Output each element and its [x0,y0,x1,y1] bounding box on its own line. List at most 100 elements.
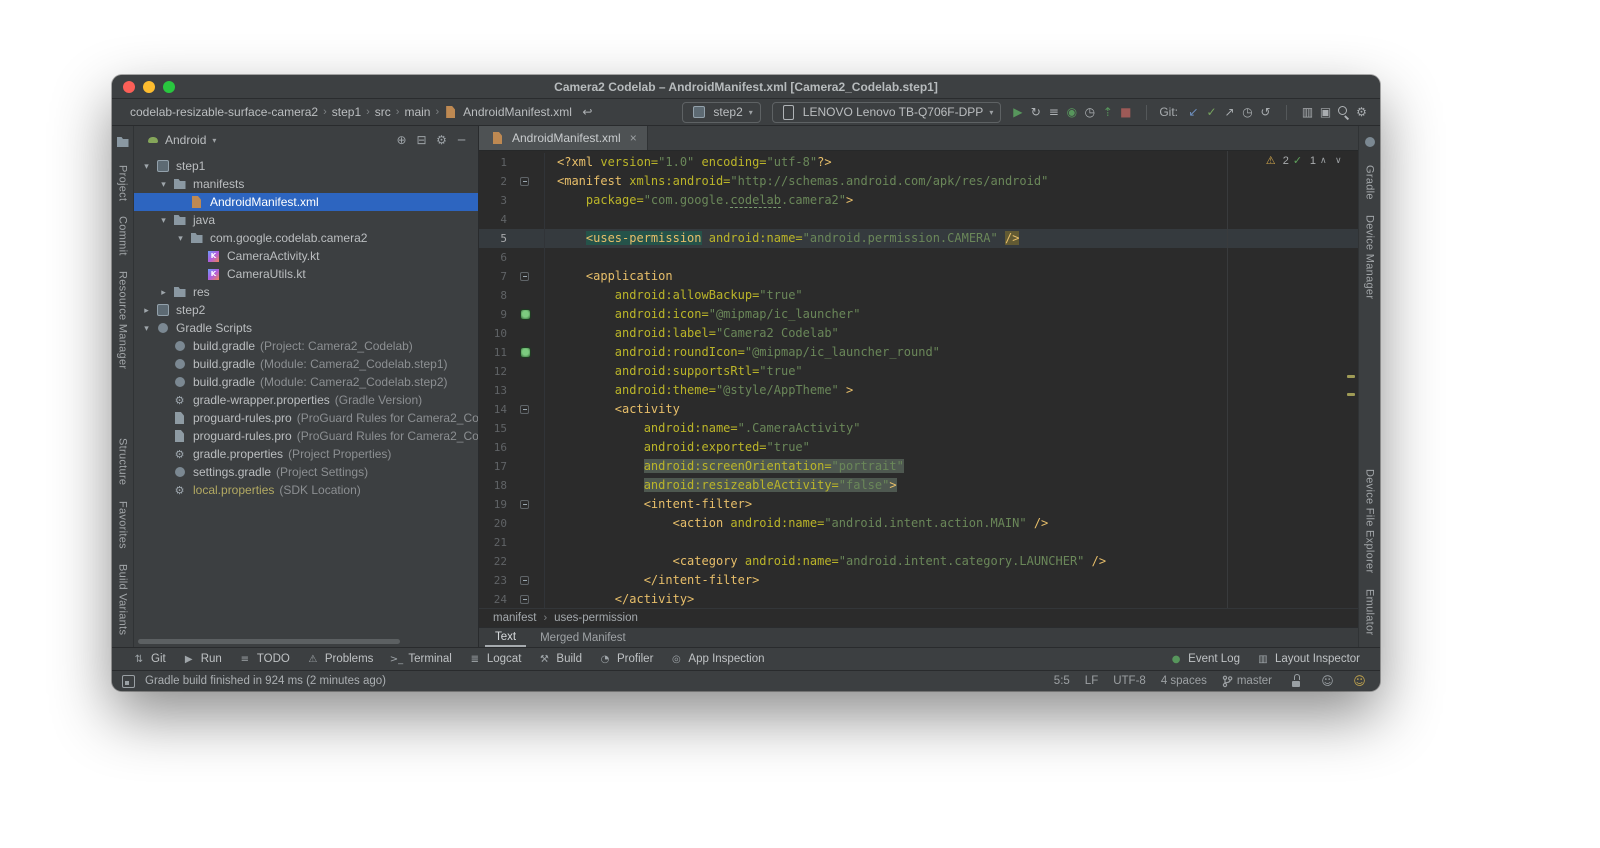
hide-panel-icon[interactable]: ─ [453,132,470,148]
feedback-icon[interactable]: ☺ [1351,673,1368,689]
logcat-toolwindow-button[interactable]: ≣ Logcat [460,648,530,670]
fold-marker-icon[interactable] [520,177,529,186]
line-separator[interactable]: LF [1085,675,1098,687]
device-select[interactable]: LENOVO Lenovo TB-Q706F-DPP ▾ [771,101,1002,123]
attach-profiler-icon[interactable]: ⇡ [1099,104,1116,120]
device-mirror-icon[interactable]: ▥ [1299,104,1316,120]
file-encoding[interactable]: UTF-8 [1113,675,1146,687]
select-opened-file-icon[interactable]: ⊕ [393,132,410,148]
title-bar[interactable]: Camera2 Codelab – AndroidManifest.xml [C… [112,75,1380,99]
navigate-back-icon[interactable]: ↩ [579,104,596,120]
editor-subtab-merged-manifest[interactable]: Merged Manifest [530,628,636,647]
breadcrumb-src[interactable]: src [373,104,393,120]
breadcrumb-codelab-resizable-surface-camera2[interactable]: codelab-resizable-surface-camera2 [128,104,320,120]
run-toolwindow-button[interactable]: ▶ Run [174,648,230,670]
fold-marker-icon[interactable] [520,576,529,585]
layout-inspector-icon[interactable]: ▣ [1317,104,1334,120]
fold-marker-icon[interactable] [520,405,529,414]
toolwindow-button-device-file-explorer[interactable]: Device File Explorer [1364,469,1376,573]
toolwindow-button-device-manager[interactable]: Device Manager [1364,215,1376,299]
profile-icon[interactable]: ◷ [1081,104,1098,120]
caret-position[interactable]: 5:5 [1054,675,1070,687]
minimize-button[interactable] [143,81,155,93]
event-log-button[interactable]: ● Event Log [1161,648,1248,670]
inspections-widget[interactable]: ⚠ 2 ✓ 1 ∧ ∨ [1266,154,1346,168]
tree-item-androidmanifest.xml[interactable]: AndroidManifest.xml [134,193,478,211]
commit-icon[interactable]: ✓ [1203,104,1220,120]
layout-inspector-button[interactable]: ▥ Layout Inspector [1248,648,1368,670]
tree-item-java[interactable]: ▾ java [134,211,478,229]
toolwindow-button-gradle[interactable]: Gradle [1364,165,1376,200]
tree-item-cameraactivity.kt[interactable]: CameraActivity.kt [134,247,478,265]
profiler-toolwindow-button[interactable]: ◔ Profiler [590,648,661,670]
toolwindow-button-commit[interactable]: Commit [117,216,129,256]
toolwindow-button-structure[interactable]: Structure [117,438,129,485]
problems-toolwindow-button[interactable]: ⚠ Problems [298,648,382,670]
expand-chevron[interactable]: ▾ [157,215,170,226]
expand-chevron[interactable]: ▾ [140,161,153,172]
todo-toolwindow-button[interactable]: ≡ TODO [230,648,298,670]
expand-chevron[interactable]: ▸ [140,305,153,316]
editor-tab-androidmanifest[interactable]: AndroidManifest.xml × [479,126,648,150]
project-view-selector[interactable]: Android [165,133,206,147]
close-tab-icon[interactable]: × [630,131,637,145]
tree-item-manifests[interactable]: ▾ manifests [134,175,478,193]
rollback-icon[interactable]: ↺ [1257,104,1274,120]
gradle-stripe-icon[interactable] [1361,134,1378,150]
toolwindow-button-emulator[interactable]: Emulator [1364,589,1376,635]
warning-stripe-mark[interactable] [1347,374,1355,378]
fold-marker-icon[interactable] [520,272,529,281]
toolwindow-button-favorites[interactable]: Favorites [117,501,129,549]
tree-item-camerautils.kt[interactable]: CameraUtils.kt [134,265,478,283]
build-toolwindow-button[interactable]: ⚒ Build [529,648,590,670]
toolwindow-button-resource-manager[interactable]: Resource Manager [117,271,129,369]
tree-item-build.gradle[interactable]: build.gradle (Module: Camera2_Codelab.ste… [134,355,478,373]
tree-item-com.google.codelab.camera2[interactable]: ▾ com.google.codelab.camera2 [134,229,478,247]
project-stripe-icon[interactable] [114,134,131,150]
run-icon[interactable]: ▶ [1009,104,1026,120]
push-icon[interactable]: ↗ [1221,104,1238,120]
warning-stripe-mark[interactable] [1347,393,1355,397]
breadcrumb-androidmanifest.xml[interactable]: AndroidManifest.xml [461,104,574,120]
expand-chevron[interactable]: ▸ [157,287,170,298]
settings-icon[interactable]: ⚙ [1353,104,1370,120]
debug-icon[interactable]: ◉ [1063,104,1080,120]
lock-icon[interactable] [1287,673,1304,689]
indent-style[interactable]: 4 spaces [1161,675,1207,687]
xml-breadcrumb-manifest[interactable]: manifest [493,612,536,624]
tree-item-build.gradle[interactable]: build.gradle (Module: Camera2_Codelab.ste… [134,373,478,391]
tree-item-proguard-rules.pro[interactable]: proguard-rules.pro (ProGuard Rules for Ca… [134,409,478,427]
terminal-toolwindow-button[interactable]: >_ Terminal [381,648,459,670]
tree-item-res[interactable]: ▸ res [134,283,478,301]
tree-item-gradle.properties[interactable]: gradle.properties (Project Properties) [134,445,478,463]
chevron-down-icon[interactable]: ▾ [212,136,216,145]
zoom-button[interactable] [163,81,175,93]
xml-breadcrumb-uses-permission[interactable]: uses-permission [554,612,638,624]
highlighting-level-icon[interactable]: ☺ [1319,673,1336,689]
app-inspection-toolwindow-button[interactable]: ◎ App Inspection [661,648,772,670]
fold-marker-icon[interactable] [520,500,529,509]
tree-item-build.gradle[interactable]: build.gradle (Project: Camera2_Codelab) [134,337,478,355]
update-project-icon[interactable]: ↙ [1185,104,1202,120]
horizontal-scrollbar[interactable] [138,639,400,644]
search-everywhere-icon[interactable] [1335,104,1352,120]
tree-item-gradle-scripts[interactable]: ▾ Gradle Scripts [134,319,478,337]
next-issue-icon[interactable]: ∨ [1335,155,1346,166]
run-configuration-select[interactable]: step2 ▾ [682,101,761,123]
fold-marker-icon[interactable] [520,595,529,604]
collapse-all-icon[interactable]: ⊟ [413,132,430,148]
toolwindow-button-project[interactable]: Project [117,165,129,201]
apply-changes-icon[interactable]: ↻ [1027,104,1044,120]
expand-chevron[interactable]: ▾ [174,233,187,244]
history-icon[interactable]: ◷ [1239,104,1256,120]
expand-chevron[interactable]: ▾ [157,179,170,190]
tree-item-local.properties[interactable]: local.properties (SDK Location) [134,481,478,499]
git-branch-widget[interactable]: master [1222,675,1272,688]
git-toolwindow-button[interactable]: ⇅ Git [124,648,174,670]
tree-item-gradle-wrapper.properties[interactable]: gradle-wrapper.properties (Gradle Version… [134,391,478,409]
tree-item-settings.gradle[interactable]: settings.gradle (Project Settings) [134,463,478,481]
tree-item-step2[interactable]: ▸ step2 [134,301,478,319]
editor-subtab-text[interactable]: Text [485,628,527,647]
expand-chevron[interactable]: ▾ [140,323,153,334]
breadcrumb-main[interactable]: main [402,104,432,120]
